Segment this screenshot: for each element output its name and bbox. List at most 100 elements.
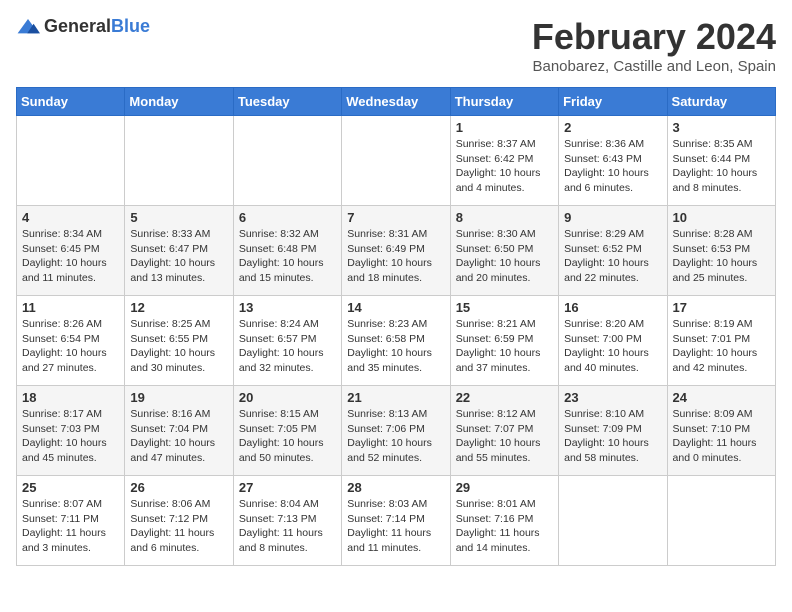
- day-number: 23: [564, 390, 661, 405]
- day-info: Sunrise: 8:17 AM Sunset: 7:03 PM Dayligh…: [22, 407, 119, 466]
- calendar-cell: 14 Sunrise: 8:23 AM Sunset: 6:58 PM Dayli…: [342, 296, 450, 386]
- calendar-cell: 21Sunrise: 8:13 AM Sunset: 7:06 PM Dayli…: [342, 386, 450, 476]
- day-number: 5: [130, 210, 227, 225]
- calendar-cell: [125, 116, 233, 206]
- calendar-cell: 10 Sunrise: 8:28 AM Sunset: 6:53 PM Dayli…: [667, 206, 775, 296]
- calendar-cell: [667, 476, 775, 566]
- day-number: 21: [347, 390, 444, 405]
- day-info: Sunrise: 8:29 AM Sunset: 6:52 PM Dayligh…: [564, 227, 661, 286]
- day-number: 19: [130, 390, 227, 405]
- calendar-week-row: 4 Sunrise: 8:34 AM Sunset: 6:45 PM Daylig…: [17, 206, 776, 296]
- day-info: Sunrise: 8:12 AM Sunset: 7:07 PM Dayligh…: [456, 407, 553, 466]
- day-number: 3: [673, 120, 770, 135]
- day-number: 22: [456, 390, 553, 405]
- day-info: Sunrise: 8:25 AM Sunset: 6:55 PM Dayligh…: [130, 317, 227, 376]
- calendar-week-row: 1 Sunrise: 8:37 AM Sunset: 6:42 PM Daylig…: [17, 116, 776, 206]
- weekday-header: Friday: [559, 88, 667, 116]
- day-info: Sunrise: 8:26 AM Sunset: 6:54 PM Dayligh…: [22, 317, 119, 376]
- day-number: 18: [22, 390, 119, 405]
- calendar-cell: 11 Sunrise: 8:26 AM Sunset: 6:54 PM Dayli…: [17, 296, 125, 386]
- day-number: 9: [564, 210, 661, 225]
- day-info: Sunrise: 8:23 AM Sunset: 6:58 PM Dayligh…: [347, 317, 444, 376]
- weekday-header: Monday: [125, 88, 233, 116]
- day-info: Sunrise: 8:34 AM Sunset: 6:45 PM Dayligh…: [22, 227, 119, 286]
- month-title: February 2024: [532, 16, 776, 58]
- calendar-cell: 2 Sunrise: 8:36 AM Sunset: 6:43 PM Daylig…: [559, 116, 667, 206]
- day-info: Sunrise: 8:36 AM Sunset: 6:43 PM Dayligh…: [564, 137, 661, 196]
- weekday-header: Sunday: [17, 88, 125, 116]
- day-info: Sunrise: 8:09 AM Sunset: 7:10 PM Dayligh…: [673, 407, 770, 466]
- day-info: Sunrise: 8:37 AM Sunset: 6:42 PM Dayligh…: [456, 137, 553, 196]
- day-number: 12: [130, 300, 227, 315]
- calendar-week-row: 11 Sunrise: 8:26 AM Sunset: 6:54 PM Dayli…: [17, 296, 776, 386]
- location-title: Banobarez, Castille and Leon, Spain: [532, 58, 776, 75]
- calendar-cell: 12 Sunrise: 8:25 AM Sunset: 6:55 PM Dayli…: [125, 296, 233, 386]
- weekday-header: Wednesday: [342, 88, 450, 116]
- day-info: Sunrise: 8:20 AM Sunset: 7:00 PM Dayligh…: [564, 317, 661, 376]
- day-info: Sunrise: 8:19 AM Sunset: 7:01 PM Dayligh…: [673, 317, 770, 376]
- day-info: Sunrise: 8:03 AM Sunset: 7:14 PM Dayligh…: [347, 497, 444, 556]
- calendar-cell: 23 Sunrise: 8:10 AM Sunset: 7:09 PM Dayli…: [559, 386, 667, 476]
- day-info: Sunrise: 8:28 AM Sunset: 6:53 PM Dayligh…: [673, 227, 770, 286]
- calendar-cell: 26 Sunrise: 8:06 AM Sunset: 7:12 PM Dayli…: [125, 476, 233, 566]
- calendar-cell: 17 Sunrise: 8:19 AM Sunset: 7:01 PM Dayli…: [667, 296, 775, 386]
- calendar-cell: 1 Sunrise: 8:37 AM Sunset: 6:42 PM Daylig…: [450, 116, 558, 206]
- day-info: Sunrise: 8:04 AM Sunset: 7:13 PM Dayligh…: [239, 497, 336, 556]
- calendar-cell: [559, 476, 667, 566]
- day-number: 29: [456, 480, 553, 495]
- calendar-table: SundayMondayTuesdayWednesdayThursdayFrid…: [16, 87, 776, 566]
- day-number: 1: [456, 120, 553, 135]
- day-number: 17: [673, 300, 770, 315]
- day-info: Sunrise: 8:10 AM Sunset: 7:09 PM Dayligh…: [564, 407, 661, 466]
- calendar-cell: 19 Sunrise: 8:16 AM Sunset: 7:04 PM Dayli…: [125, 386, 233, 476]
- day-number: 11: [22, 300, 119, 315]
- day-info: Sunrise: 8:01 AM Sunset: 7:16 PM Dayligh…: [456, 497, 553, 556]
- day-number: 27: [239, 480, 336, 495]
- calendar-cell: 15 Sunrise: 8:21 AM Sunset: 6:59 PM Dayli…: [450, 296, 558, 386]
- calendar-cell: 5Sunrise: 8:33 AM Sunset: 6:47 PM Daylig…: [125, 206, 233, 296]
- logo-icon: [16, 17, 40, 37]
- day-number: 28: [347, 480, 444, 495]
- day-number: 25: [22, 480, 119, 495]
- day-number: 14: [347, 300, 444, 315]
- title-block: February 2024 Banobarez, Castille and Le…: [532, 16, 776, 75]
- calendar-cell: 27 Sunrise: 8:04 AM Sunset: 7:13 PM Dayli…: [233, 476, 341, 566]
- calendar-cell: 22 Sunrise: 8:12 AM Sunset: 7:07 PM Dayli…: [450, 386, 558, 476]
- calendar-header-row: SundayMondayTuesdayWednesdayThursdayFrid…: [17, 88, 776, 116]
- day-number: 2: [564, 120, 661, 135]
- day-info: Sunrise: 8:30 AM Sunset: 6:50 PM Dayligh…: [456, 227, 553, 286]
- day-info: Sunrise: 8:16 AM Sunset: 7:04 PM Dayligh…: [130, 407, 227, 466]
- calendar-cell: [233, 116, 341, 206]
- calendar-cell: 3Sunrise: 8:35 AM Sunset: 6:44 PM Daylig…: [667, 116, 775, 206]
- day-number: 15: [456, 300, 553, 315]
- day-number: 20: [239, 390, 336, 405]
- calendar-cell: 24 Sunrise: 8:09 AM Sunset: 7:10 PM Dayli…: [667, 386, 775, 476]
- day-number: 24: [673, 390, 770, 405]
- calendar-cell: 13Sunrise: 8:24 AM Sunset: 6:57 PM Dayli…: [233, 296, 341, 386]
- weekday-header: Saturday: [667, 88, 775, 116]
- logo: GeneralBlue: [16, 16, 150, 37]
- day-info: Sunrise: 8:07 AM Sunset: 7:11 PM Dayligh…: [22, 497, 119, 556]
- day-number: 10: [673, 210, 770, 225]
- day-info: Sunrise: 8:21 AM Sunset: 6:59 PM Dayligh…: [456, 317, 553, 376]
- calendar-cell: 9 Sunrise: 8:29 AM Sunset: 6:52 PM Daylig…: [559, 206, 667, 296]
- day-number: 7: [347, 210, 444, 225]
- logo-text-general: General: [44, 16, 111, 36]
- calendar-cell: 20Sunrise: 8:15 AM Sunset: 7:05 PM Dayli…: [233, 386, 341, 476]
- calendar-cell: 29 Sunrise: 8:01 AM Sunset: 7:16 PM Dayli…: [450, 476, 558, 566]
- logo-text-blue: Blue: [111, 16, 150, 36]
- calendar-week-row: 25 Sunrise: 8:07 AM Sunset: 7:11 PM Dayli…: [17, 476, 776, 566]
- calendar-cell: 7 Sunrise: 8:31 AM Sunset: 6:49 PM Daylig…: [342, 206, 450, 296]
- weekday-header: Thursday: [450, 88, 558, 116]
- weekday-header: Tuesday: [233, 88, 341, 116]
- day-info: Sunrise: 8:32 AM Sunset: 6:48 PM Dayligh…: [239, 227, 336, 286]
- day-info: Sunrise: 8:31 AM Sunset: 6:49 PM Dayligh…: [347, 227, 444, 286]
- calendar-cell: 4 Sunrise: 8:34 AM Sunset: 6:45 PM Daylig…: [17, 206, 125, 296]
- day-number: 4: [22, 210, 119, 225]
- calendar-cell: 18 Sunrise: 8:17 AM Sunset: 7:03 PM Dayli…: [17, 386, 125, 476]
- day-info: Sunrise: 8:06 AM Sunset: 7:12 PM Dayligh…: [130, 497, 227, 556]
- calendar-cell: 28 Sunrise: 8:03 AM Sunset: 7:14 PM Dayli…: [342, 476, 450, 566]
- calendar-cell: 6Sunrise: 8:32 AM Sunset: 6:48 PM Daylig…: [233, 206, 341, 296]
- day-number: 8: [456, 210, 553, 225]
- day-number: 26: [130, 480, 227, 495]
